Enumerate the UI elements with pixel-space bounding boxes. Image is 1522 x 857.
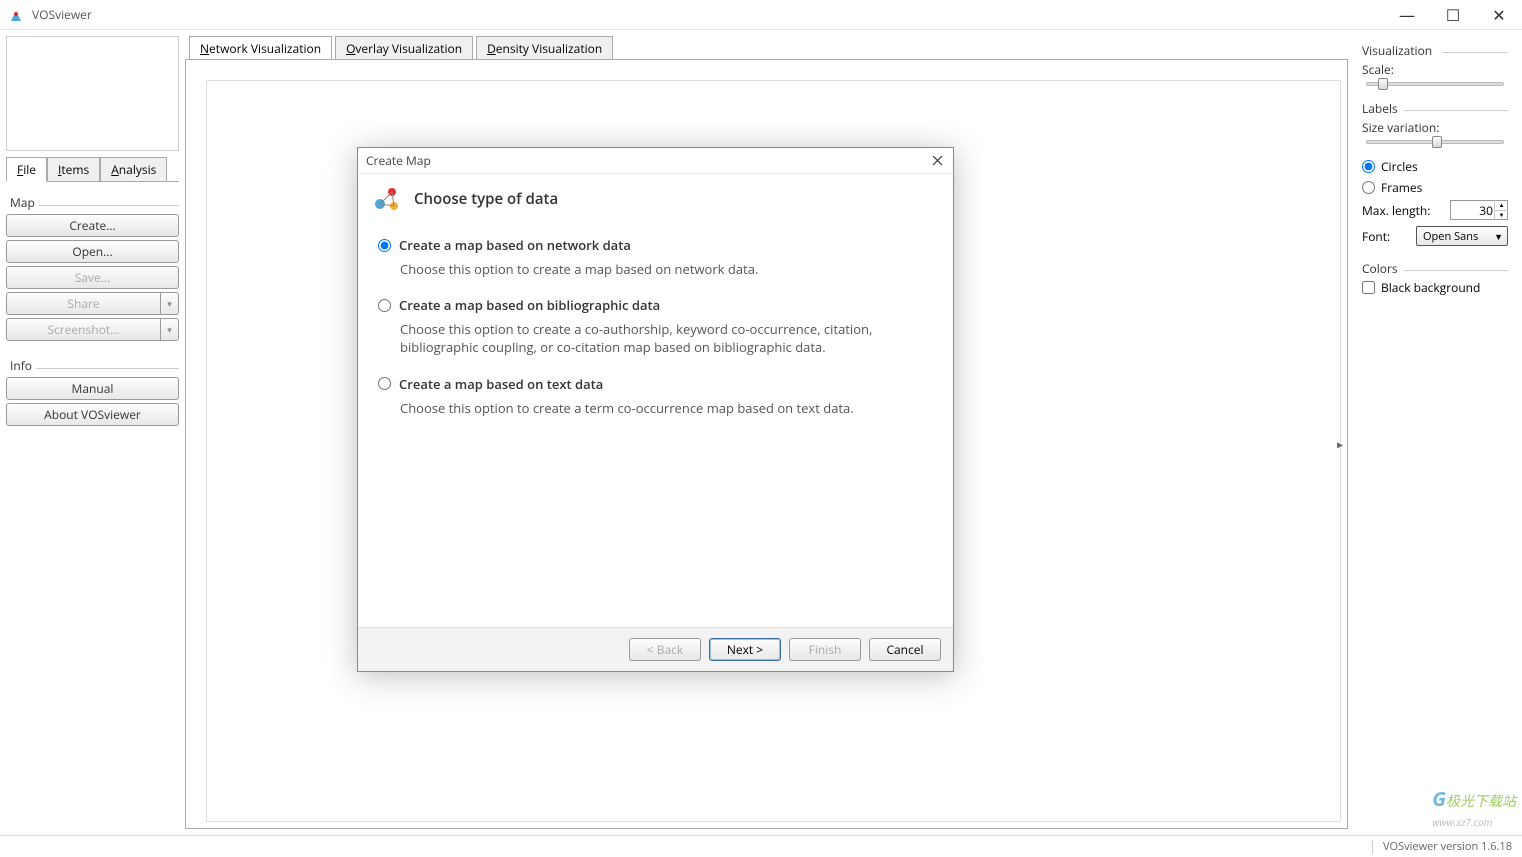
right-sidebar: Visualization Scale: Labels Size variati… (1354, 36, 1516, 829)
save-button[interactable]: Save... (6, 266, 179, 289)
window-titlebar: VOSviewer — ☐ ✕ (0, 0, 1522, 30)
create-button[interactable]: Create... (6, 214, 179, 237)
tab-density-visualization[interactable]: Density Visualization (476, 36, 613, 60)
version-text: VOSviewer version 1.6.18 (1383, 839, 1512, 854)
side-panel: Map Create... Open... Save... Share ▾ Sc… (6, 181, 179, 438)
max-length-spinner[interactable]: ▲▼ (1494, 200, 1508, 220)
window-title: VOSviewer (32, 6, 92, 23)
minimize-button[interactable]: — (1384, 0, 1430, 30)
screenshot-button-group: Screenshot... ▾ (6, 318, 179, 341)
screenshot-button[interactable]: Screenshot... (6, 318, 161, 341)
close-button[interactable]: ✕ (1476, 0, 1522, 30)
share-button[interactable]: Share (6, 292, 161, 315)
visualization-group: Visualization Scale: (1362, 42, 1508, 86)
scale-slider[interactable] (1366, 82, 1504, 86)
black-bg-label: Black background (1381, 279, 1480, 296)
option-network-title: Create a map based on network data (399, 236, 631, 254)
option-bibliographic-desc: Choose this option to create a co-author… (400, 320, 933, 356)
spinner-down-icon[interactable]: ▼ (1494, 211, 1508, 221)
size-variation-label: Size variation: (1362, 119, 1508, 136)
finish-button[interactable]: Finish (789, 638, 861, 661)
app-icon (8, 7, 24, 23)
side-tab-file[interactable]: File (6, 157, 47, 182)
tab-overlay-visualization[interactable]: Overlay Visualization (335, 36, 473, 60)
frames-radio-row[interactable]: Frames (1362, 179, 1508, 196)
statusbar: VOSviewer version 1.6.18 (0, 835, 1522, 857)
maximize-button[interactable]: ☐ (1430, 0, 1476, 30)
option-text-title: Create a map based on text data (399, 375, 603, 393)
frames-radio-label: Frames (1381, 179, 1422, 196)
spinner-up-icon[interactable]: ▲ (1494, 200, 1508, 211)
chevron-down-icon: ▼ (1494, 230, 1503, 243)
option-text-radio[interactable] (378, 377, 391, 390)
titlebar-left: VOSviewer (0, 6, 92, 23)
statusbar-divider (1372, 840, 1373, 854)
dialog-close-button[interactable] (927, 151, 947, 171)
labels-group-label: Labels (1362, 100, 1398, 117)
cancel-button[interactable]: Cancel (869, 638, 941, 661)
side-tabs: File Items Analysis (6, 157, 179, 181)
dialog-footer: < Back Next > Finish Cancel (358, 627, 953, 671)
next-button[interactable]: Next > (709, 638, 781, 661)
back-button[interactable]: < Back (629, 638, 701, 661)
create-map-dialog: Create Map Choose type of data Create a … (357, 147, 954, 672)
side-tab-analysis[interactable]: Analysis (100, 157, 167, 181)
info-fieldset: Info Manual About VOSviewer (6, 353, 179, 426)
info-fieldset-label: Info (6, 357, 36, 374)
circles-radio[interactable] (1362, 160, 1375, 173)
window-controls: — ☐ ✕ (1384, 0, 1522, 30)
font-label: Font: (1362, 228, 1390, 245)
map-fieldset-label: Map (6, 194, 39, 211)
visualization-group-label: Visualization (1362, 42, 1432, 59)
main-tabs: Network Visualization Overlay Visualizat… (185, 36, 1348, 60)
screenshot-dropdown[interactable]: ▾ (161, 318, 179, 341)
frames-radio[interactable] (1362, 181, 1375, 194)
black-bg-row[interactable]: Black background (1362, 279, 1508, 296)
open-button[interactable]: Open... (6, 240, 179, 263)
font-row: Font: Open Sans ▼ (1362, 226, 1508, 246)
expand-handle-icon[interactable]: ▸ (1337, 436, 1343, 453)
size-variation-slider[interactable] (1366, 140, 1504, 144)
font-select[interactable]: Open Sans ▼ (1416, 226, 1508, 246)
option-bibliographic-radio[interactable] (378, 299, 391, 312)
share-button-group: Share ▾ (6, 292, 179, 315)
option-text-desc: Choose this option to create a term co-o… (400, 399, 933, 417)
map-fieldset: Map Create... Open... Save... Share ▾ Sc… (6, 190, 179, 341)
about-button[interactable]: About VOSviewer (6, 403, 179, 426)
option-network-radio[interactable] (378, 239, 391, 252)
scale-slider-thumb[interactable] (1378, 78, 1388, 90)
close-icon (932, 155, 943, 166)
dialog-body: Create a map based on network data Choos… (358, 226, 953, 627)
max-length-label: Max. length: (1362, 202, 1430, 219)
left-sidebar: File Items Analysis Map Create... Open..… (6, 36, 179, 829)
circles-radio-label: Circles (1381, 158, 1418, 175)
circles-radio-row[interactable]: Circles (1362, 158, 1508, 175)
dialog-header: Choose type of data (358, 174, 953, 226)
option-bibliographic-data[interactable]: Create a map based on bibliographic data… (378, 296, 933, 356)
max-length-row: Max. length: ▲▼ (1362, 200, 1508, 220)
option-network-data[interactable]: Create a map based on network data Choos… (378, 236, 933, 278)
option-bibliographic-title: Create a map based on bibliographic data (399, 296, 660, 314)
tab-network-visualization[interactable]: Network Visualization (189, 36, 332, 60)
option-network-desc: Choose this option to create a map based… (400, 260, 933, 278)
manual-button[interactable]: Manual (6, 377, 179, 400)
colors-group-label: Colors (1362, 260, 1398, 277)
option-text-data[interactable]: Create a map based on text data Choose t… (378, 375, 933, 417)
labels-group: Labels Size variation: Circles Frames Ma… (1362, 100, 1508, 246)
size-variation-slider-thumb[interactable] (1432, 136, 1442, 148)
dialog-title: Create Map (366, 152, 431, 169)
dialog-header-title: Choose type of data (414, 189, 558, 209)
scale-label: Scale: (1362, 61, 1508, 78)
dialog-header-icon (372, 184, 402, 214)
black-bg-checkbox[interactable] (1362, 281, 1375, 294)
preview-box (6, 36, 179, 151)
colors-group: Colors Black background (1362, 260, 1508, 296)
side-tab-items[interactable]: Items (47, 157, 100, 181)
dialog-titlebar[interactable]: Create Map (358, 148, 953, 174)
font-select-value: Open Sans (1423, 229, 1478, 244)
share-dropdown[interactable]: ▾ (161, 292, 179, 315)
